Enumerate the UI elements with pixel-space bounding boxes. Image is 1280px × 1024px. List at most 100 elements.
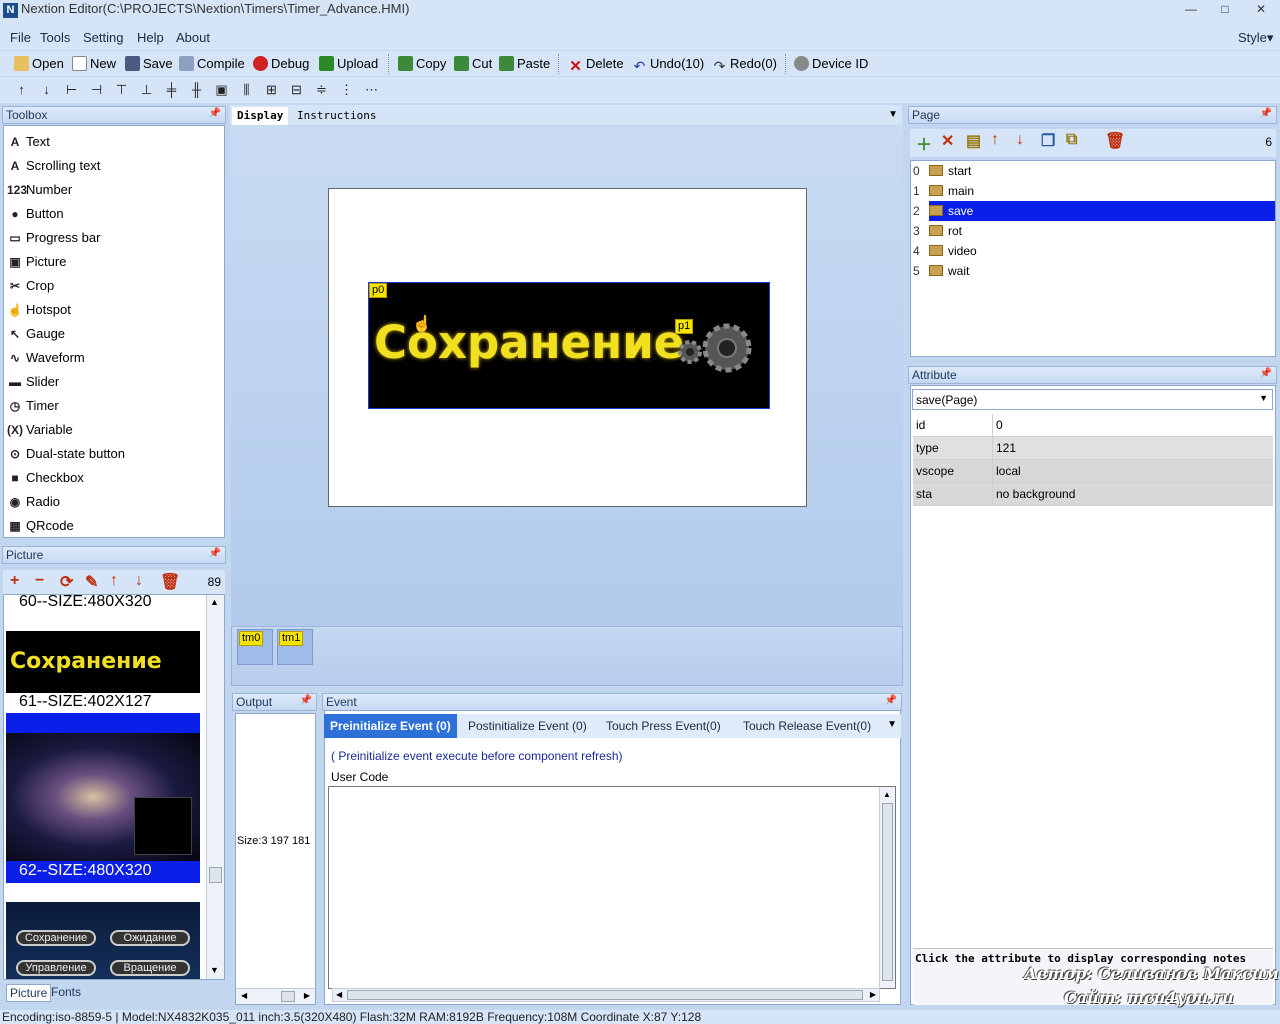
attribute-object-select[interactable]: save(Page) ▼ [912, 389, 1273, 410]
align-left-icon[interactable]: ⊢ [64, 82, 79, 97]
toolbox-item[interactable]: ∿ Waveform [7, 348, 85, 368]
chevron-down-icon[interactable]: ▼ [887, 719, 897, 730]
maximize-icon[interactable]: □ [1210, 1, 1240, 19]
picture-item-label[interactable]: 61--SIZE:402X127 [19, 693, 152, 711]
timer-tm0[interactable]: tm0 [237, 629, 273, 665]
align-bottom-icon[interactable]: ⊥ [139, 82, 154, 97]
save-button[interactable]: Save [125, 54, 173, 74]
scroll-thumb[interactable] [882, 803, 893, 981]
distribute-h-icon[interactable]: ⫼ [239, 82, 254, 97]
attribute-row[interactable]: vscope local [913, 460, 1273, 483]
copy-button[interactable]: Copy [398, 54, 446, 74]
toolbox-item[interactable]: 123Number [7, 180, 72, 200]
menu-about[interactable]: About [176, 30, 210, 45]
toolbox-item[interactable]: ⊙ Dual-state button [7, 444, 125, 464]
copy-page-icon[interactable]: ❐ [1041, 131, 1055, 151]
page-item[interactable]: 0 start [913, 161, 1275, 181]
page-item[interactable]: 2 save [913, 201, 1275, 221]
paste-button[interactable]: Paste [499, 54, 550, 74]
scroll-left-icon[interactable]: ◀ [241, 991, 247, 1000]
cut-button[interactable]: Cut [454, 54, 492, 74]
chevron-down-icon[interactable]: ▼ [1259, 393, 1268, 403]
timer-tm1[interactable]: tm1 [277, 629, 313, 665]
component-tag-p1[interactable]: p1 [675, 319, 694, 334]
same-height-icon[interactable]: ⊟ [289, 82, 304, 97]
tab-display[interactable]: Display [232, 107, 289, 125]
align-right-icon[interactable]: ⊣ [89, 82, 104, 97]
add-page-icon[interactable]: ＋ [916, 131, 932, 155]
toolbox-item[interactable]: ● Button [7, 204, 63, 224]
component-tag-p0[interactable]: p0 [369, 283, 388, 298]
new-button[interactable]: New [72, 54, 116, 74]
import-page-icon[interactable]: ⧉ [1066, 131, 1077, 149]
redo-button[interactable]: ↷ Redo(0) [712, 54, 777, 74]
space-h-icon[interactable]: ⋯ [364, 82, 379, 97]
picture-thumbnail[interactable]: Сохранение [6, 631, 200, 693]
toolbox-item[interactable]: ▦ QRcode [7, 516, 73, 536]
tab-postinitialize-event[interactable]: Postinitialize Event (0) [462, 714, 593, 738]
open-button[interactable]: Open [14, 54, 64, 74]
toolbox-item[interactable]: ▬ Slider [7, 372, 59, 392]
toolbox-item[interactable]: A Text [7, 132, 50, 152]
upload-button[interactable]: Upload [319, 54, 378, 74]
pin-icon[interactable]: 📌 [300, 695, 312, 706]
toolbox-item[interactable]: ◉ Radio [7, 492, 60, 512]
pin-icon[interactable]: 📌 [1260, 368, 1272, 379]
space-v-icon[interactable]: ⋮ [339, 82, 354, 97]
scroll-thumb[interactable] [281, 991, 295, 1002]
trash-icon[interactable]: 🗑 [1105, 131, 1125, 151]
debug-button[interactable]: Debug [253, 54, 309, 74]
same-width-icon[interactable]: ⊞ [264, 82, 279, 97]
pin-icon[interactable]: 📌 [885, 695, 897, 706]
align-center-h-icon[interactable]: ╫ [189, 82, 204, 97]
scroll-thumb[interactable] [209, 867, 222, 883]
menu-help[interactable]: Help [137, 30, 164, 45]
tab-picture[interactable]: Picture [6, 984, 52, 1002]
scroll-up-icon[interactable]: ▲ [883, 790, 891, 799]
menu-tools[interactable]: Tools [40, 30, 70, 45]
align-center-v-icon[interactable]: ╪ [164, 82, 179, 97]
toolbox-item[interactable]: A Scrolling text [7, 156, 101, 176]
toolbox-item[interactable]: ☝ Hotspot [7, 300, 71, 320]
buttons-thumbnail[interactable]: Сохранение Ожидание Управление Вращение [6, 902, 200, 979]
attribute-row[interactable]: id 0 [913, 414, 1273, 437]
compile-button[interactable]: Compile [179, 54, 245, 74]
tab-preinitialize-event[interactable]: Preinitialize Event (0) [324, 714, 457, 738]
user-code-editor[interactable]: ▲ [328, 786, 896, 989]
attribute-value[interactable]: 0 [993, 414, 1273, 436]
code-hscrollbar[interactable]: ◀ ▶ [332, 988, 880, 1002]
toolbox-item[interactable]: ▭ Progress bar [7, 228, 100, 248]
pin-icon[interactable]: 📌 [209, 108, 221, 119]
menu-setting[interactable]: Setting [83, 30, 123, 45]
picture-list[interactable]: 60--SIZE:480X320 Сохранение 61--SIZE:402… [3, 594, 225, 980]
align-top-icon[interactable]: ⊤ [114, 82, 129, 97]
remove-icon[interactable]: − [35, 572, 44, 590]
attribute-row[interactable]: type 121 [913, 437, 1273, 460]
toolbox-item[interactable]: ↖ Gauge [7, 324, 65, 344]
edit-icon[interactable]: ✎ [85, 572, 98, 592]
toolbox-item[interactable]: ▣ Picture [7, 252, 66, 272]
delete-button[interactable]: ✕ Delete [568, 54, 623, 74]
attribute-row[interactable]: sta no background [913, 483, 1273, 506]
move-up-icon[interactable]: ↑ [110, 572, 118, 590]
add-icon[interactable]: + [10, 572, 19, 590]
toolbox-item[interactable]: (X) Variable [7, 420, 73, 440]
scroll-right-icon[interactable]: ▶ [304, 991, 310, 1000]
attribute-value[interactable]: no background [993, 483, 1273, 505]
toolbox-item[interactable]: ■ Checkbox [7, 468, 83, 488]
scroll-down-icon[interactable]: ▼ [210, 965, 219, 975]
tab-fonts[interactable]: Fonts [48, 984, 84, 1002]
attribute-value[interactable]: 121 [993, 437, 1273, 459]
scroll-thumb[interactable] [347, 990, 863, 1000]
replace-icon[interactable]: ⟳ [60, 572, 73, 592]
pin-icon[interactable]: 📌 [209, 548, 221, 559]
galaxy-thumbnail[interactable] [6, 733, 200, 861]
page-item[interactable]: 1 main [913, 181, 1275, 201]
chevron-down-icon[interactable]: ▼ [888, 109, 898, 120]
page-item[interactable]: 4 video [913, 241, 1275, 261]
tab-touch-release-event[interactable]: Touch Release Event(0) [737, 714, 877, 738]
scroll-up-icon[interactable]: ▲ [210, 597, 219, 607]
tab-touch-press-event[interactable]: Touch Press Event(0) [600, 714, 727, 738]
move-down-icon[interactable]: ↓ [1016, 131, 1024, 149]
move-up-icon[interactable]: ↑ [991, 131, 999, 149]
